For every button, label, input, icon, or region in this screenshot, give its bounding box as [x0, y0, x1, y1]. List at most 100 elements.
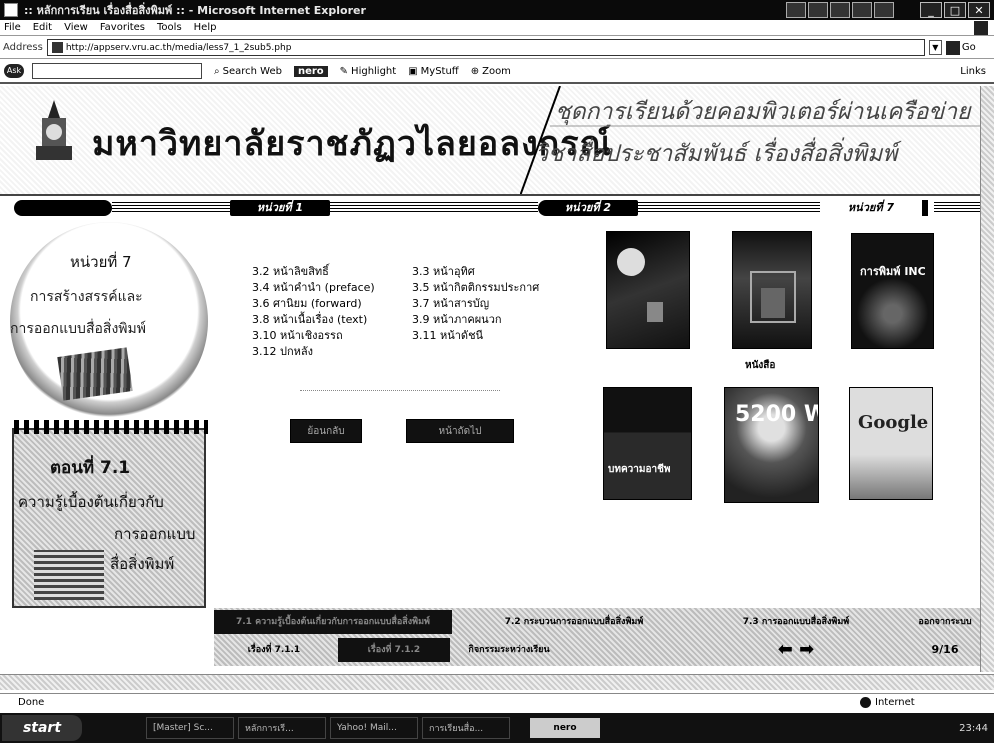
extra-button[interactable]	[852, 2, 872, 18]
lesson-nav: 7.1 ความรู้เบื้องต้นเกี่ยวกับการออกแบบสื…	[214, 608, 994, 666]
university-crest-icon	[36, 100, 72, 160]
address-input[interactable]: http://appserv.vru.ac.th/media/less7_1_2…	[46, 39, 925, 56]
start-button[interactable]: start	[2, 715, 82, 741]
topic-item: 3.2 หน้าลิขสิทธิ์	[252, 265, 329, 278]
topic-row: 3.10 หน้าเชิงอรรถ 3.11 หน้าดัชนี	[252, 326, 582, 342]
menu-help[interactable]: Help	[194, 22, 217, 33]
ask-toolbar: Ask ⌕ Search Web nero ✎ Highlight ▣ MySt…	[0, 60, 994, 84]
minimize-button[interactable]: _	[920, 2, 942, 18]
sub-7-1-1-link[interactable]: เรื่องที่ 7.1.1	[214, 638, 334, 662]
topic-list: 3.2 หน้าลิขสิทธิ์ 3.3 หน้าอุทิศ 3.4 หน้า…	[252, 262, 582, 358]
page-counter: 9/16	[931, 643, 959, 656]
book-cover[interactable]: 5200 Web	[724, 387, 819, 503]
extra-button[interactable]	[786, 2, 806, 18]
nero-tray-icon[interactable]: nero	[530, 718, 600, 738]
book-cover-art	[750, 271, 796, 323]
section-title: ตอนที่ 7.1	[50, 458, 131, 478]
book-cover[interactable]: บทความอาชีพ	[603, 387, 692, 500]
links-button[interactable]: Links	[960, 66, 986, 77]
maximize-button[interactable]: □	[944, 2, 966, 18]
security-zone: Internet	[860, 697, 915, 708]
next-arrow-icon[interactable]: ➡	[799, 639, 814, 660]
search-web-button[interactable]: ⌕ Search Web	[214, 66, 282, 77]
tab-unit-1[interactable]: หน่วยที่ 1	[230, 200, 330, 216]
mystuff-button[interactable]: ▣ MyStuff	[408, 66, 459, 77]
topic-item: 3.3 หน้าอุทิศ	[412, 265, 475, 278]
horizontal-scrollbar[interactable]	[0, 674, 994, 690]
lesson-7-2-link[interactable]: 7.2 กระบวนการออกแบบสื่อสิ่งพิมพ์	[454, 610, 694, 634]
taskbar-item[interactable]: [Master] Sc...	[146, 717, 234, 739]
go-arrow-icon[interactable]	[945, 40, 960, 55]
menu-edit[interactable]: Edit	[33, 22, 52, 33]
go-button[interactable]: Go	[962, 42, 976, 53]
menu-bar: File Edit View Favorites Tools Help	[0, 20, 994, 36]
toolbar-search-input[interactable]	[32, 63, 202, 79]
nav-stripes	[934, 202, 980, 214]
topic-row: 3.6 ศานิยม (forward) 3.7 หน้าสารบัญ	[252, 294, 582, 310]
highlight-button[interactable]: ✎ Highlight	[340, 66, 397, 77]
toolbar-extra-buttons	[786, 2, 894, 18]
extra-button[interactable]	[830, 2, 850, 18]
globe-icon	[860, 697, 871, 708]
menu-tools[interactable]: Tools	[157, 22, 182, 33]
ie-icon	[4, 3, 18, 17]
lesson-7-3-link[interactable]: 7.3 การออกแบบสื่อสิ่งพิมพ์	[696, 610, 896, 634]
book-cover-title: บทความอาชีพ	[608, 464, 671, 475]
zoom-icon: ⊕	[470, 65, 480, 77]
zone-label: Internet	[875, 697, 915, 708]
books-illustration	[57, 347, 133, 401]
book-cover[interactable]	[606, 231, 690, 349]
menu-favorites[interactable]: Favorites	[100, 22, 145, 33]
topic-item: 3.7 หน้าสารบัญ	[412, 297, 490, 310]
nav-stripes	[330, 202, 538, 214]
topic-item: 3.5 หน้ากิตติกรรมประกาศ	[412, 281, 540, 294]
close-button[interactable]: ✕	[968, 2, 990, 18]
section-notebook: ตอนที่ 7.1 ความรู้เบื้องต้นเกี่ยวกับ การ…	[12, 420, 208, 608]
nav-stripes	[638, 202, 820, 214]
exit-link[interactable]: ออกจากระบบ	[898, 610, 992, 634]
address-dropdown-icon[interactable]: ▼	[928, 40, 942, 55]
taskbar-item[interactable]: การเรียนสื่อ...	[422, 717, 510, 739]
taskbar-item[interactable]: หลักการเรี...	[238, 717, 326, 739]
unit-badge: หน่วยที่ 7 การสร้างสรรค์และ การออกแบบสื่…	[10, 222, 208, 420]
activity-link[interactable]: กิจกรรมระหว่างเรียน	[454, 638, 564, 662]
menu-view[interactable]: View	[64, 22, 88, 33]
book-cover[interactable]: การพิมพ์ INC	[851, 233, 934, 349]
book-cover[interactable]	[732, 231, 812, 349]
ask-logo-icon[interactable]: Ask	[4, 64, 24, 78]
book-cover[interactable]: Google	[849, 387, 933, 500]
topic-item: 3.8 หน้าเนื้อเรื่อง (text)	[252, 313, 368, 326]
book-cover-title: 5200 Web	[735, 402, 818, 427]
topic-item: 3.9 หน้าภาคผนวก	[412, 313, 502, 326]
topic-row: 3.12 ปกหลัง	[252, 342, 582, 358]
menu-file[interactable]: File	[4, 22, 21, 33]
topic-row: 3.4 หน้าคำนำ (preface) 3.5 หน้ากิตติกรรม…	[252, 278, 582, 294]
nav-left-pill	[14, 200, 112, 216]
nav-stripes	[112, 202, 230, 214]
tab-unit-7[interactable]: หน่วยที่ 7	[820, 200, 928, 216]
unit-nav: หน่วยที่ 1 หน่วยที่ 2 หน่วยที่ 7	[0, 198, 994, 220]
tab-unit-2[interactable]: หน่วยที่ 2	[538, 200, 638, 216]
next-button[interactable]: หน้าถัดไป	[406, 419, 514, 443]
taskbar-item[interactable]: Yahoo! Mail...	[330, 717, 418, 739]
prev-arrow-icon[interactable]: ⬅	[778, 639, 793, 660]
extra-button[interactable]	[808, 2, 828, 18]
extra-button[interactable]	[874, 2, 894, 18]
sub-7-1-2-link[interactable]: เรื่องที่ 7.1.2	[338, 638, 450, 662]
section-line2: การออกแบบ	[114, 525, 196, 543]
vertical-scrollbar[interactable]	[980, 86, 994, 672]
address-bar: Address http://appserv.vru.ac.th/media/l…	[0, 37, 994, 59]
zoom-button[interactable]: ⊕ Zoom	[471, 66, 511, 77]
books-caption: หนังสือ	[745, 360, 776, 371]
search-web-label: Search Web	[222, 65, 282, 77]
book-cover-art	[617, 248, 663, 322]
section-line1: ความรู้เบื้องต้นเกี่ยวกับ	[18, 493, 164, 511]
lesson-7-1-link[interactable]: 7.1 ความรู้เบื้องต้นเกี่ยวกับการออกแบบสื…	[214, 610, 452, 634]
topic-item: 3.6 ศานิยม (forward)	[252, 297, 362, 310]
window-controls: _ □ ✕	[920, 2, 990, 18]
zoom-label: Zoom	[482, 65, 511, 77]
nero-button[interactable]: nero	[293, 65, 328, 77]
back-button[interactable]: ย้อนกลับ	[290, 419, 362, 443]
unit-badge-line2: การออกแบบสื่อสิ่งพิมพ์	[10, 321, 146, 337]
unit-badge-line1: การสร้างสรรค์และ	[30, 289, 143, 305]
